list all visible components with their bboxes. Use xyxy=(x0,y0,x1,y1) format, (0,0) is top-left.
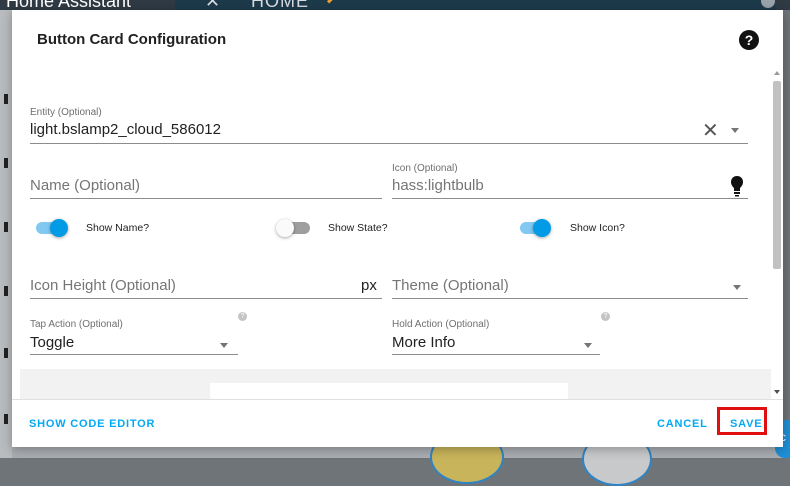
hold-action-help-icon[interactable]: ? xyxy=(601,312,610,321)
cancel-button[interactable]: CANCEL xyxy=(657,418,708,430)
tap-action-label: Tap Action (Optional) xyxy=(30,319,123,330)
icon-input[interactable]: hass:lightbulb xyxy=(392,177,484,194)
tap-action-chevron-down-icon[interactable] xyxy=(220,343,228,348)
sidebar-strip xyxy=(0,10,12,458)
scroll-down-arrow[interactable] xyxy=(774,390,780,394)
show-state-label: Show State? xyxy=(328,222,388,234)
card-config-dialog: Button Card Configuration ? Entity (Opti… xyxy=(12,10,783,447)
hold-action-label: Hold Action (Optional) xyxy=(392,319,490,330)
theme-underline xyxy=(392,298,748,299)
show-code-editor-button[interactable]: SHOW CODE EDITOR xyxy=(29,418,155,430)
entity-label: Entity (Optional) xyxy=(30,107,102,118)
hold-action-chevron-down-icon[interactable] xyxy=(584,343,592,348)
tap-action-help-icon[interactable]: ? xyxy=(238,312,247,321)
icon-height-unit: px xyxy=(361,277,377,294)
name-input[interactable]: Name (Optional) xyxy=(30,177,140,194)
icon-underline xyxy=(392,198,748,199)
tap-action-select[interactable]: Toggle xyxy=(30,334,74,351)
background-cards xyxy=(12,447,790,458)
icon-height-underline xyxy=(30,298,382,299)
show-state-toggle[interactable] xyxy=(276,219,294,237)
tap-action-underline xyxy=(30,354,238,355)
show-icon-label: Show Icon? xyxy=(570,222,625,234)
icon-height-input[interactable]: Icon Height (Optional) xyxy=(30,277,176,294)
entity-underline xyxy=(30,143,748,144)
chevron-down-icon[interactable] xyxy=(731,128,739,133)
show-name-toggle[interactable] xyxy=(50,219,68,237)
preview-card xyxy=(210,383,568,399)
help-icon[interactable]: ? xyxy=(739,30,759,50)
theme-chevron-down-icon[interactable] xyxy=(733,285,741,290)
name-underline xyxy=(30,198,382,199)
show-name-label: Show Name? xyxy=(86,222,150,234)
entity-input[interactable]: light.bslamp2_cloud_586012 xyxy=(30,121,221,138)
save-button[interactable]: SAVE xyxy=(730,418,762,430)
lightbulb-icon xyxy=(731,176,743,197)
close-icon[interactable]: ✕ xyxy=(702,118,719,143)
theme-select[interactable]: Theme (Optional) xyxy=(392,277,509,294)
footer-divider xyxy=(12,399,783,400)
scroll-up-arrow[interactable] xyxy=(774,71,780,75)
show-icon-toggle[interactable] xyxy=(533,219,551,237)
hold-action-underline xyxy=(392,354,600,355)
dialog-title: Button Card Configuration xyxy=(37,31,227,48)
icon-label: Icon (Optional) xyxy=(392,163,458,174)
scrollbar-thumb[interactable] xyxy=(773,81,781,269)
hold-action-select[interactable]: More Info xyxy=(392,334,455,351)
